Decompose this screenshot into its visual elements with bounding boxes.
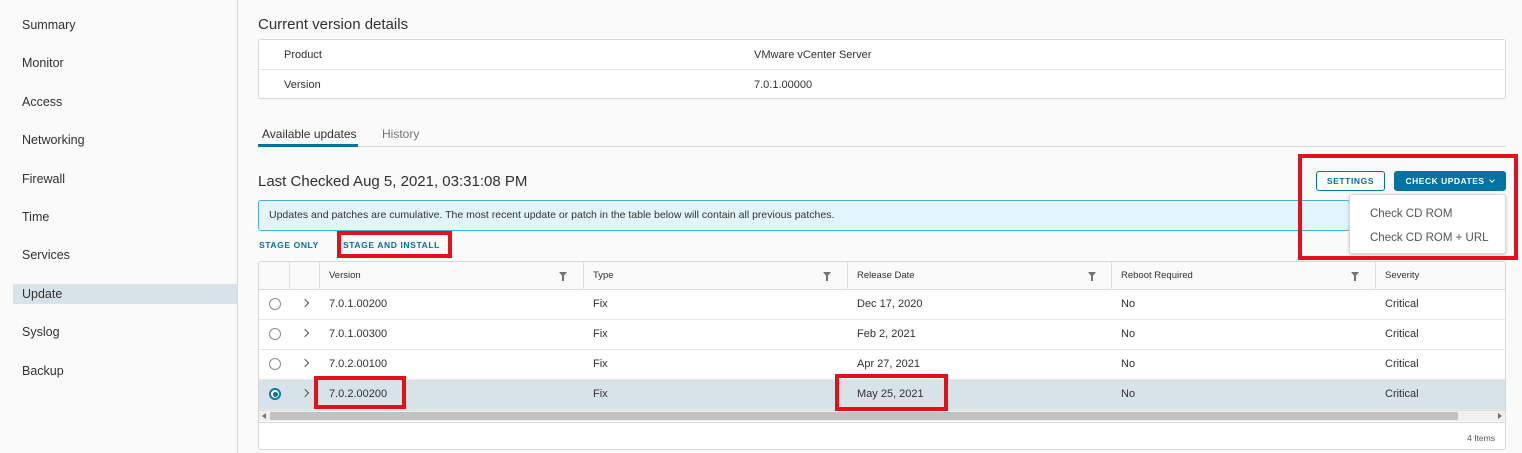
datagrid-footer: 4 Items [259, 422, 1505, 449]
filter-icon[interactable] [559, 272, 567, 281]
dropdown-item-check-cd-rom-url[interactable]: Check CD ROM + URL [1370, 232, 1489, 244]
column-separator [1375, 262, 1376, 290]
detail-value: VMware vCenter Server [754, 49, 872, 61]
cell-version: 7.0.1.00200 [329, 298, 388, 310]
cell-reboot: No [1121, 388, 1136, 400]
cell-severity: Critical [1385, 358, 1419, 370]
column-header-severity[interactable]: Severity [1385, 262, 1419, 290]
detail-key: Product [284, 49, 322, 61]
sidebar-item-access[interactable]: Access [13, 92, 238, 112]
current-version-title: Current version details [258, 16, 409, 33]
sidebar-item-monitor[interactable]: Monitor [13, 53, 238, 73]
column-separator [583, 262, 584, 290]
cell-type: Fix [593, 388, 608, 400]
cell-severity: Critical [1385, 298, 1419, 310]
stage-and-install-button[interactable]: STAGE AND INSTALL [343, 240, 440, 250]
check-updates-dropdown: Check CD ROM Check CD ROM + URL [1349, 194, 1506, 254]
row-radio[interactable] [269, 328, 281, 340]
info-alert: Updates and patches are cumulative. The … [258, 200, 1350, 231]
sidebar-item-services[interactable]: Services [13, 245, 238, 265]
column-separator [319, 262, 320, 290]
cell-type: Fix [593, 298, 608, 310]
detail-row-product: Product VMware vCenter Server [259, 40, 1505, 70]
version-details-card: Product VMware vCenter Server Version 7.… [258, 39, 1506, 99]
horizontal-scrollbar[interactable] [259, 410, 1505, 421]
cell-reboot: No [1121, 328, 1136, 340]
column-header-reboot-required[interactable]: Reboot Required [1121, 262, 1193, 290]
cell-version: 7.0.2.00100 [329, 358, 388, 370]
table-row[interactable]: 7.0.1.00200 Fix Dec 17, 2020 No Critical [259, 290, 1505, 320]
last-checked-heading: Last Checked Aug 5, 2021, 03:31:08 PM [258, 173, 528, 190]
column-separator [289, 262, 290, 290]
sidebar-item-backup[interactable]: Backup [13, 361, 238, 381]
scroll-right-icon[interactable] [1498, 413, 1502, 419]
column-separator [847, 262, 848, 290]
cell-type: Fix [593, 358, 608, 370]
tab-bar: Available updates History [258, 124, 1506, 147]
cell-severity: Critical [1385, 328, 1419, 340]
chevron-right-icon[interactable] [300, 388, 310, 398]
table-row[interactable]: 7.0.2.00100 Fix Apr 27, 2021 No Critical [259, 350, 1505, 380]
cell-release-date: Dec 17, 2020 [857, 298, 923, 310]
tab-history[interactable]: History [382, 124, 419, 147]
chevron-right-icon[interactable] [300, 358, 310, 368]
sidebar: Summary Monitor Access Networking Firewa… [0, 0, 238, 453]
detail-key: Version [284, 79, 321, 91]
chevron-right-icon[interactable] [300, 328, 310, 338]
main-content: Current version details Product VMware v… [239, 0, 1522, 453]
row-radio[interactable] [269, 358, 281, 370]
sidebar-item-time[interactable]: Time [13, 207, 238, 227]
check-updates-label: CHECK UPDATES [1405, 176, 1485, 186]
column-separator [1111, 262, 1112, 290]
cell-release-date: Apr 27, 2021 [857, 358, 920, 370]
tab-available-updates[interactable]: Available updates [258, 124, 358, 147]
chevron-right-icon[interactable] [300, 298, 310, 308]
row-radio[interactable] [269, 298, 281, 310]
stage-only-button[interactable]: STAGE ONLY [259, 240, 319, 250]
table-row-selected[interactable]: 7.0.2.00200 Fix May 25, 2021 No Critical [259, 380, 1505, 410]
cell-severity: Critical [1385, 388, 1419, 400]
sidebar-item-syslog[interactable]: Syslog [13, 322, 238, 342]
alert-text: Updates and patches are cumulative. The … [269, 209, 835, 221]
column-header-release-date[interactable]: Release Date [857, 262, 915, 290]
detail-value: 7.0.1.00000 [754, 79, 813, 91]
check-updates-button[interactable]: CHECK UPDATES [1394, 171, 1506, 191]
dropdown-item-check-cd-rom[interactable]: Check CD ROM [1370, 208, 1452, 220]
cell-version: 7.0.2.00200 [329, 388, 388, 400]
sidebar-item-networking[interactable]: Networking [13, 130, 238, 150]
chevron-down-icon [1489, 177, 1496, 183]
filter-icon[interactable] [1088, 272, 1096, 281]
cell-release-date: May 25, 2021 [857, 388, 924, 400]
column-header-version[interactable]: Version [329, 262, 361, 290]
column-header-type[interactable]: Type [593, 262, 614, 290]
scroll-left-icon[interactable] [262, 413, 266, 419]
sidebar-item-firewall[interactable]: Firewall [13, 169, 238, 189]
settings-button[interactable]: SETTINGS [1316, 171, 1385, 191]
datagrid-header: Version Type Release Date Reboot Require… [259, 262, 1505, 290]
table-row[interactable]: 7.0.1.00300 Fix Feb 2, 2021 No Critical [259, 320, 1505, 350]
item-count: 4 Items [1467, 433, 1495, 443]
filter-icon[interactable] [1351, 272, 1359, 281]
detail-row-version: Version 7.0.1.00000 [259, 69, 1505, 99]
scroll-thumb[interactable] [270, 412, 1458, 420]
updates-datagrid: Version Type Release Date Reboot Require… [258, 261, 1506, 450]
sidebar-item-update[interactable]: Update [13, 284, 238, 304]
cell-reboot: No [1121, 358, 1136, 370]
filter-icon[interactable] [823, 272, 831, 281]
sidebar-item-summary[interactable]: Summary [13, 15, 238, 35]
cell-version: 7.0.1.00300 [329, 328, 388, 340]
cell-reboot: No [1121, 298, 1136, 310]
row-radio[interactable] [269, 388, 281, 400]
cell-release-date: Feb 2, 2021 [857, 328, 916, 340]
cell-type: Fix [593, 328, 608, 340]
